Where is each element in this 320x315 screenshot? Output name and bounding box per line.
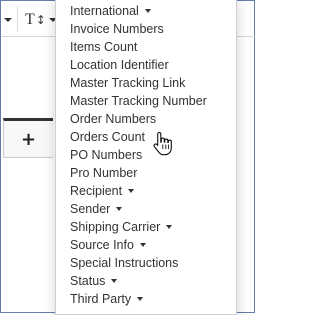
menu-item-special-instructions[interactable]: Special Instructions [56, 254, 236, 272]
caret-down-icon [4, 18, 12, 22]
menu-item-master-tracking-link[interactable]: Master Tracking Link [56, 74, 236, 92]
sort-arrows-icon: ↕ [35, 13, 46, 27]
menu-item-label: International [70, 4, 139, 18]
menu-item-label: Master Tracking Number [70, 94, 207, 108]
hand-pointer-icon [153, 131, 172, 156]
menu-item-order-numbers[interactable]: Order Numbers [56, 110, 236, 128]
menu-item-label: Third Party [70, 292, 132, 306]
text-format-label: T [25, 11, 35, 28]
menu-item-location-identifier[interactable]: Location Identifier [56, 56, 236, 74]
toolbar-divider [17, 6, 18, 32]
menu-item-sender[interactable]: Sender [56, 200, 236, 218]
caret-down-icon [116, 207, 123, 211]
menu-item-label: Status [70, 274, 106, 288]
menu-item-status[interactable]: Status [56, 272, 236, 290]
caret-down-icon [128, 189, 135, 193]
menu-item-label: PO Numbers [70, 148, 143, 162]
menu-item-shipping-carrier[interactable]: Shipping Carrier [56, 218, 236, 236]
field-dropdown-menu: International Invoice Numbers Items Coun… [55, 0, 237, 315]
menu-item-label: Invoice Numbers [70, 22, 164, 36]
menu-item-label: Recipient [70, 184, 123, 198]
menu-item-label: Sender [70, 202, 111, 216]
menu-item-label: Special Instructions [70, 256, 179, 270]
menu-item-label: Location Identifier [70, 58, 169, 72]
plus-icon: + [20, 128, 37, 150]
caret-down-icon [166, 225, 173, 229]
menu-item-master-tracking-number[interactable]: Master Tracking Number [56, 92, 236, 110]
menu-item-pro-number[interactable]: Pro Number [56, 164, 236, 182]
caret-down-icon [144, 9, 151, 13]
menu-item-po-numbers[interactable]: PO Numbers [56, 146, 236, 164]
menu-item-label: Source Info [70, 238, 134, 252]
menu-item-source-info[interactable]: Source Info [56, 236, 236, 254]
caret-down-icon [139, 243, 146, 247]
menu-item-orders-count[interactable]: Orders Count [56, 128, 236, 146]
menu-item-label: Shipping Carrier [70, 220, 161, 234]
menu-item-items-count[interactable]: Items Count [56, 38, 236, 56]
menu-item-label: Master Tracking Link [70, 76, 186, 90]
menu-item-invoice-numbers[interactable]: Invoice Numbers [56, 20, 236, 38]
menu-item-international[interactable]: International [56, 2, 236, 20]
caret-down-icon [137, 297, 144, 301]
menu-item-label: Order Numbers [70, 112, 157, 126]
menu-item-recipient[interactable]: Recipient [56, 182, 236, 200]
menu-item-label: Pro Number [70, 166, 138, 180]
left-dropdown-button[interactable] [1, 7, 15, 33]
menu-item-third-party[interactable]: Third Party [56, 290, 236, 308]
caret-down-icon [111, 279, 118, 283]
menu-item-label: Items Count [70, 40, 138, 54]
add-tab-button[interactable]: + [3, 118, 53, 158]
menu-list: International Invoice Numbers Items Coun… [56, 2, 236, 308]
menu-item-label: Orders Count [70, 130, 146, 144]
text-format-dropdown-button[interactable]: T ↕ [25, 7, 57, 33]
